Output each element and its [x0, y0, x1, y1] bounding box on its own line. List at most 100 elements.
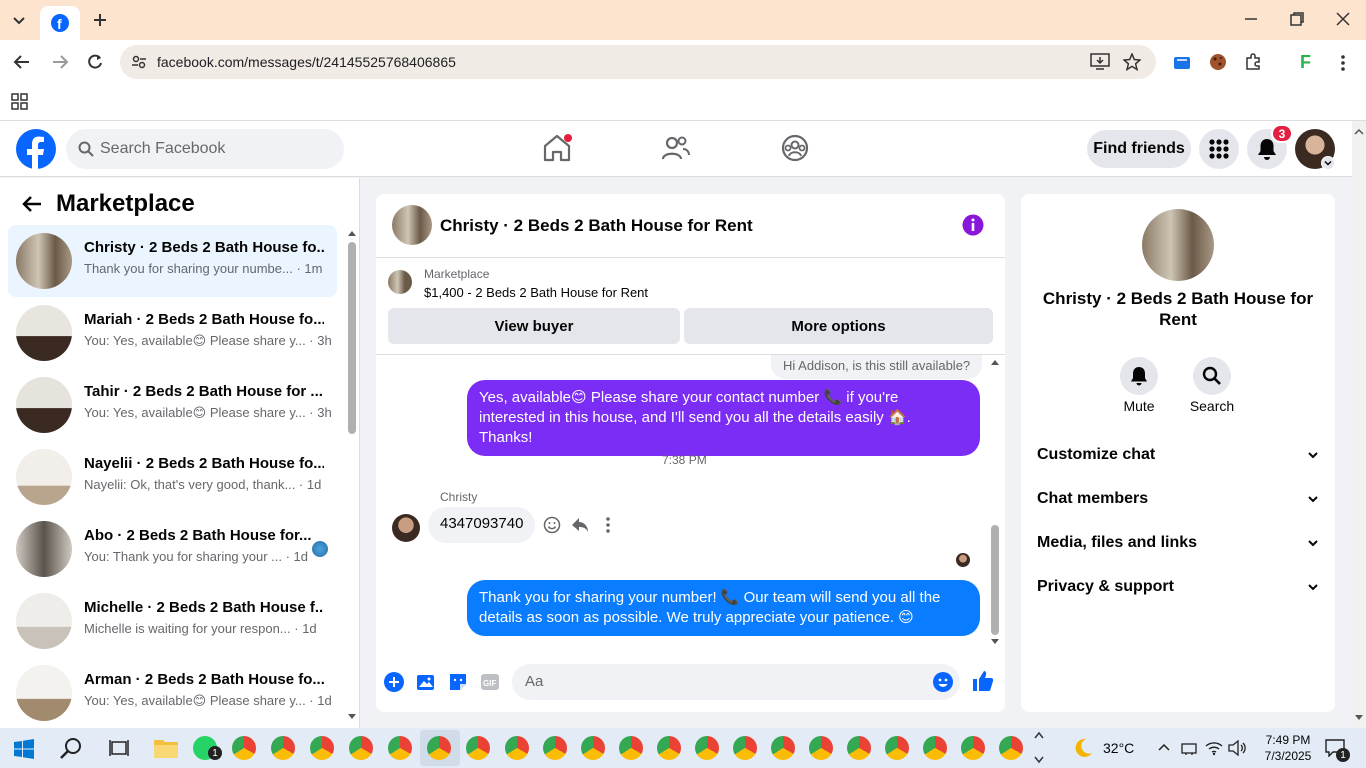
conversation-info-icon[interactable]	[962, 214, 984, 236]
messages-scroll-down-icon[interactable]	[990, 638, 1000, 646]
react-emoji-icon[interactable]	[543, 516, 561, 534]
task-view-icon[interactable]	[109, 739, 129, 757]
add-attachment-icon[interactable]	[384, 672, 404, 692]
chrome-profile-icon[interactable]	[695, 736, 719, 760]
facebook-logo-icon[interactable]	[16, 129, 56, 169]
chat-title[interactable]: Christy · 2 Beds 2 Bath House for Rent	[440, 216, 753, 236]
emoji-picker-icon[interactable]	[932, 671, 954, 693]
sender-avatar[interactable]	[392, 514, 420, 542]
tab-list-icon[interactable]	[10, 12, 28, 28]
chrome-profile-icon[interactable]	[619, 736, 643, 760]
extensions-puzzle-icon[interactable]	[1245, 53, 1263, 71]
apps-grid-icon[interactable]	[11, 93, 29, 111]
home-nav-icon[interactable]	[542, 134, 572, 162]
thumbs-up-icon[interactable]	[972, 670, 994, 692]
network-device-icon[interactable]	[1181, 740, 1197, 756]
install-app-icon[interactable]	[1090, 53, 1110, 71]
browser-menu-icon[interactable]	[1340, 54, 1346, 72]
facebook-search-input[interactable]: Search Facebook	[66, 129, 344, 169]
chrome-profile-icon[interactable]	[232, 736, 256, 760]
conversation-item[interactable]: Christy · 2 Beds 2 Bath House fo... Than…	[8, 225, 337, 297]
conversation-item[interactable]: Michelle · 2 Beds 2 Bath House f... Mich…	[8, 585, 337, 657]
conversation-item[interactable]: Abo · 2 Beds 2 Bath House for... You: Th…	[8, 513, 337, 585]
chrome-profile-icon[interactable]	[771, 736, 795, 760]
page-scrollbar[interactable]	[1352, 121, 1366, 728]
message-more-icon[interactable]	[605, 516, 611, 534]
taskbar-scroll-up-icon[interactable]	[1034, 731, 1044, 739]
listing-title[interactable]: $1,400 - 2 Beds 2 Bath House for Rent	[424, 285, 648, 300]
chrome-profile-icon[interactable]	[923, 736, 947, 760]
details-avatar[interactable]	[1142, 209, 1214, 281]
close-window-icon[interactable]	[1336, 12, 1350, 26]
clock-time[interactable]: 7:49 PM	[1258, 732, 1318, 748]
wifi-icon[interactable]	[1205, 740, 1223, 756]
chrome-profile-icon[interactable]	[543, 736, 567, 760]
reply-icon[interactable]	[571, 516, 589, 534]
more-options-button[interactable]: More options	[684, 308, 993, 344]
chat-avatar[interactable]	[392, 205, 432, 245]
cookie-extension-icon[interactable]	[1209, 53, 1227, 71]
reload-icon[interactable]	[86, 53, 104, 71]
weather-temperature[interactable]: 32°C	[1103, 740, 1134, 756]
menu-grid-button[interactable]	[1199, 129, 1239, 169]
messages-scrollbar[interactable]	[991, 525, 999, 635]
message-input[interactable]: Aa	[512, 664, 960, 700]
chrome-profile-icon[interactable]	[466, 736, 490, 760]
chrome-active-profile-icon[interactable]	[427, 736, 451, 760]
bookmark-star-icon[interactable]	[1123, 53, 1141, 71]
chrome-profile-icon[interactable]	[961, 736, 985, 760]
conversation-item[interactable]: Nayelii · 2 Beds 2 Bath House fo... Naye…	[8, 441, 337, 513]
taskbar-search-icon[interactable]	[60, 737, 82, 759]
chrome-profile-icon[interactable]	[999, 736, 1023, 760]
chrome-profile-icon[interactable]	[271, 736, 295, 760]
incoming-message-bubble[interactable]: Hi Addison, is this still available?	[771, 355, 983, 379]
back-arrow-icon[interactable]	[22, 195, 42, 213]
privacy-support-row[interactable]: Privacy & support	[1037, 572, 1319, 602]
groups-nav-icon[interactable]	[781, 134, 809, 162]
forward-icon[interactable]	[51, 54, 69, 70]
chrome-profile-icon[interactable]	[657, 736, 681, 760]
windows-start-icon[interactable]	[14, 739, 34, 759]
chrome-profile-icon[interactable]	[809, 736, 833, 760]
minimize-icon[interactable]	[1244, 12, 1258, 26]
chrome-profile-icon[interactable]	[349, 736, 373, 760]
account-chevron-icon[interactable]	[1321, 156, 1335, 170]
scroll-up-arrow-icon[interactable]	[346, 228, 358, 238]
weather-moon-icon[interactable]	[1072, 737, 1094, 759]
volume-icon[interactable]	[1228, 740, 1246, 756]
sticker-icon[interactable]	[448, 672, 468, 692]
gif-icon[interactable]: GIF	[480, 672, 500, 692]
chrome-profile-icon[interactable]	[310, 736, 334, 760]
scroll-down-arrow-icon[interactable]	[346, 712, 358, 722]
clock-date[interactable]: 7/3/2025	[1258, 748, 1318, 764]
media-files-links-row[interactable]: Media, files and links	[1037, 528, 1319, 558]
find-friends-button[interactable]: Find friends	[1087, 130, 1191, 168]
conversation-list-scrollbar[interactable]	[348, 242, 356, 434]
new-tab-icon[interactable]	[92, 12, 108, 28]
conversation-item[interactable]: Tahir · 2 Beds 2 Bath House for ... You:…	[8, 369, 337, 441]
photo-icon[interactable]	[416, 672, 436, 692]
chrome-profile-icon[interactable]	[847, 736, 871, 760]
outgoing-message-bubble[interactable]: Thank you for sharing your number! 📞 Our…	[467, 580, 980, 636]
back-icon[interactable]	[13, 54, 31, 70]
file-explorer-icon[interactable]	[154, 738, 178, 758]
feedly-extension-icon[interactable]: F	[1299, 53, 1315, 71]
search-conversation-button[interactable]	[1193, 357, 1231, 395]
url-text[interactable]: facebook.com/messages/t/2414552576840686…	[157, 54, 456, 70]
friends-nav-icon[interactable]	[662, 135, 690, 161]
taskbar-scroll-down-icon[interactable]	[1034, 756, 1044, 764]
conversation-item[interactable]: Mariah · 2 Beds 2 Bath House fo... You: …	[8, 297, 337, 369]
show-hidden-icons-icon[interactable]	[1158, 742, 1170, 752]
messages-scroll-up-icon[interactable]	[990, 358, 1000, 366]
omnibox[interactable]: facebook.com/messages/t/2414552576840686…	[120, 45, 1156, 79]
chrome-profile-icon[interactable]	[885, 736, 909, 760]
customize-chat-row[interactable]: Customize chat	[1037, 440, 1319, 470]
mute-button[interactable]	[1120, 357, 1158, 395]
outgoing-message-bubble[interactable]: Yes, available😊 Please share your contac…	[467, 380, 980, 456]
incoming-message-bubble[interactable]: 4347093740	[428, 507, 536, 543]
conversation-item[interactable]: Arman · 2 Beds 2 Bath House fo... You: Y…	[8, 657, 337, 729]
site-settings-icon[interactable]	[131, 54, 147, 70]
view-buyer-button[interactable]: View buyer	[388, 308, 680, 344]
chrome-profile-icon[interactable]	[505, 736, 529, 760]
extension-store-icon[interactable]	[1173, 54, 1191, 70]
